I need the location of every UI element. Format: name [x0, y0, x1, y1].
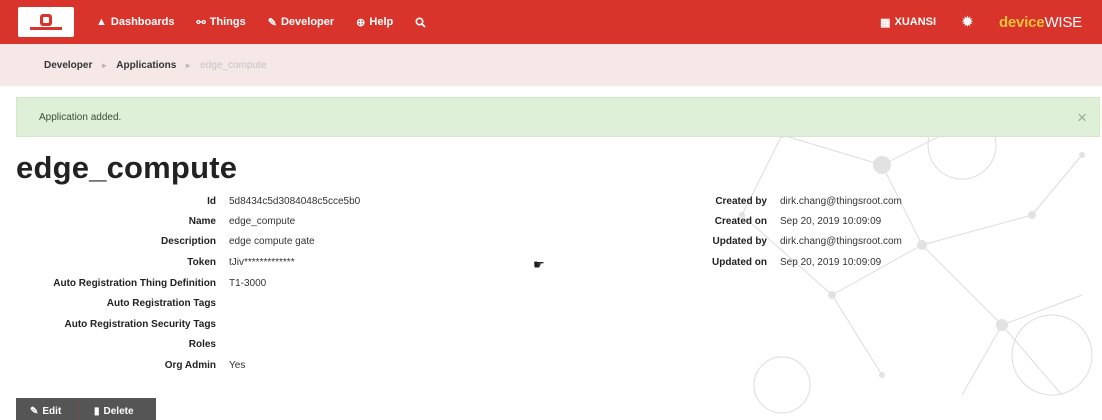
building-icon: ▦: [880, 16, 891, 29]
breadcrumb-developer[interactable]: Developer: [44, 60, 92, 71]
breadcrumb: Developer ► Applications ► edge_compute: [0, 44, 1102, 86]
detail-label: Auto Registration Thing Definition: [53, 278, 216, 289]
detail-label: Updated on: [712, 257, 767, 268]
detail-value-updated-by: dirk.chang@thingsroot.com: [780, 236, 902, 247]
nav-help[interactable]: ⊕ Help: [356, 16, 393, 29]
help-icon: ⊕: [356, 16, 366, 29]
org-selector[interactable]: ▦ XUANSI: [880, 16, 936, 29]
detail-label: Org Admin: [164, 360, 216, 371]
detail-value-name: edge_compute: [229, 216, 296, 227]
detail-row-created-on: Created on: [640, 216, 767, 230]
close-icon[interactable]: ×: [1077, 108, 1087, 128]
mouse-cursor-icon: ☛: [533, 257, 545, 272]
detail-value-org-admin: Yes: [229, 360, 246, 371]
detail-label: Auto Registration Security Tags: [64, 319, 216, 330]
detail-label: Description: [160, 236, 216, 247]
detail-row-name: Name: [0, 216, 216, 230]
nav-developer[interactable]: ✎ Developer: [268, 16, 334, 29]
breadcrumb-separator-icon: ►: [100, 60, 109, 70]
app-root: ▲ Dashboards ⚯ Things ✎ Developer ⊕ Help…: [0, 0, 1102, 420]
detail-row-created-by: Created by: [640, 196, 767, 210]
detail-label: Auto Registration Tags: [106, 298, 216, 309]
detail-row-auto-reg-security-tags: Auto Registration Security Tags: [0, 319, 216, 333]
detail-label: Id: [207, 196, 216, 207]
alert-message: Application added.: [39, 111, 122, 123]
success-alert: Application added. ×: [16, 97, 1100, 137]
nav-dashboards-label: Dashboards: [110, 16, 175, 28]
top-navbar: ▲ Dashboards ⚯ Things ✎ Developer ⊕ Help…: [0, 0, 1102, 44]
detail-value-description: edge compute gate: [229, 236, 315, 247]
detail-row-token: Token: [0, 257, 216, 271]
delete-button[interactable]: ▮ Delete: [80, 398, 156, 420]
breadcrumb-current: edge_compute: [200, 59, 267, 71]
action-buttons: ✎ Edit ▮ Delete: [16, 398, 156, 420]
nav-things[interactable]: ⚯ Things: [196, 16, 245, 29]
detail-value-id: 5d8434c5d3084048c5cce5b0: [229, 196, 361, 207]
detail-label: Token: [187, 257, 216, 268]
wrench-icon: ✎: [267, 16, 277, 29]
detail-value-created-on: Sep 20, 2019 10:09:09: [780, 216, 882, 227]
detail-label: Name: [188, 216, 216, 227]
navbar-right: ▦ XUANSI ✹ deviceWISE: [858, 0, 1102, 44]
detail-label: Created by: [715, 196, 767, 207]
detail-value-created-by: dirk.chang@thingsroot.com: [780, 196, 902, 207]
detail-row-auto-reg-thing-def: Auto Registration Thing Definition: [0, 278, 216, 292]
nav-help-label: Help: [369, 16, 394, 28]
detail-row-description: Description: [0, 236, 216, 250]
trash-icon: ▮: [94, 405, 100, 417]
search-icon: [415, 16, 426, 28]
search-button[interactable]: [415, 16, 426, 28]
company-logo[interactable]: [18, 7, 74, 37]
edit-icon: ✎: [30, 405, 39, 417]
nav-developer-label: Developer: [280, 16, 335, 28]
breadcrumb-separator-icon: ►: [184, 60, 193, 70]
detail-row-roles: Roles: [0, 339, 216, 353]
delete-button-label: Delete: [103, 405, 134, 417]
things-icon: ⚯: [196, 16, 206, 29]
org-label: XUANSI: [894, 16, 937, 28]
nav-dashboards[interactable]: ▲ Dashboards: [96, 16, 174, 28]
gear-icon: ✹: [962, 14, 973, 29]
detail-row-auto-reg-tags: Auto Registration Tags: [0, 298, 216, 312]
detail-label: Roles: [188, 339, 216, 350]
brand-part2: WISE: [1044, 13, 1082, 31]
brand-part1: device: [998, 13, 1045, 31]
detail-label: Created on: [714, 216, 767, 227]
detail-row-updated-by: Updated by: [640, 236, 767, 250]
breadcrumb-applications[interactable]: Applications: [116, 60, 176, 71]
dashboard-icon: ▲: [96, 16, 107, 28]
detail-row-id: Id: [0, 196, 216, 210]
detail-label: Updated by: [712, 236, 767, 247]
logo-mark-icon: [30, 14, 62, 30]
detail-value-updated-on: Sep 20, 2019 10:09:09: [780, 257, 882, 268]
page-title: edge_compute: [16, 150, 238, 185]
settings-button[interactable]: ✹: [962, 14, 973, 30]
nav-things-label: Things: [209, 16, 246, 28]
detail-row-org-admin: Org Admin: [0, 360, 216, 374]
brand-logo: deviceWISE: [999, 14, 1082, 31]
edit-button-label: Edit: [42, 405, 62, 417]
detail-value-token: tJiv*************: [229, 257, 295, 268]
detail-value-auto-reg-thing-def: T1-3000: [229, 278, 267, 289]
detail-row-updated-on: Updated on: [640, 257, 767, 271]
edit-button[interactable]: ✎ Edit: [16, 398, 80, 420]
